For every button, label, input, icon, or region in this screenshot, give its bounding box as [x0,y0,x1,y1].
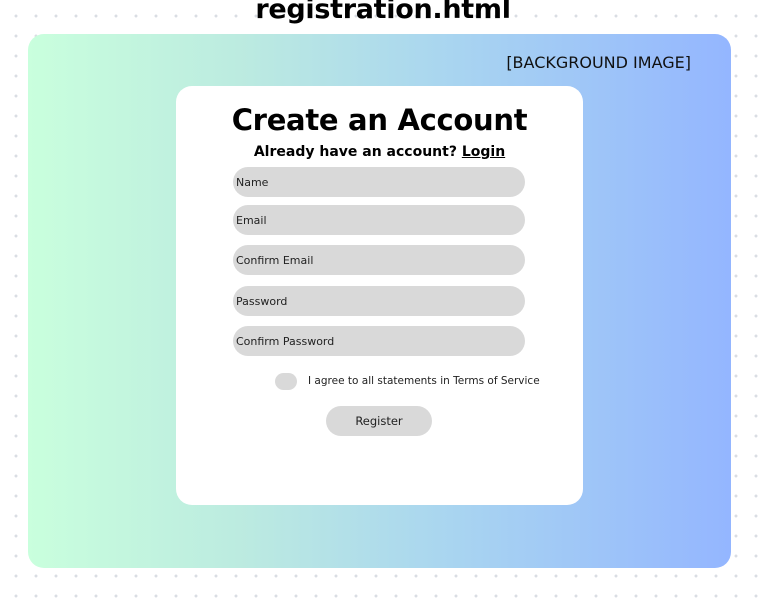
terms-label: I agree to all statements in Terms of Se… [308,375,540,387]
login-link[interactable]: Login [462,144,505,160]
password-field[interactable]: Password [233,286,525,316]
password-field-placeholder: Password [236,294,288,308]
login-prompt: Already have an account? Login [176,144,583,160]
register-button[interactable]: Register [326,406,432,436]
confirm-email-field[interactable]: Confirm Email [233,245,525,275]
registration-card: Create an Account Already have an accoun… [176,86,583,505]
name-field[interactable]: Name [233,167,525,197]
confirm-password-field-placeholder: Confirm Password [236,334,335,348]
background-image-panel: [BACKGROUND IMAGE] Create an Account Alr… [28,34,731,568]
email-field[interactable]: Email [233,205,525,235]
confirm-password-field[interactable]: Confirm Password [233,326,525,356]
email-field-placeholder: Email [236,213,267,227]
confirm-email-field-placeholder: Confirm Email [236,253,314,267]
form-title: Create an Account [231,103,528,137]
terms-checkbox[interactable] [275,372,297,390]
terms-row: I agree to all statements in Terms of Se… [275,372,540,390]
name-field-placeholder: Name [236,175,269,189]
page-heading: registration.html [255,0,511,25]
background-image-label: [BACKGROUND IMAGE] [506,53,691,72]
login-prompt-text: Already have an account? [253,144,457,160]
